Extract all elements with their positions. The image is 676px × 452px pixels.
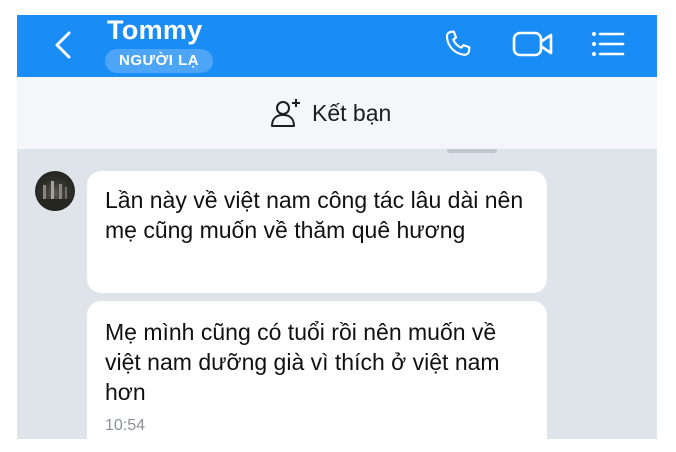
phone-icon[interactable] [441, 27, 475, 61]
chat-header: Tommy NGƯỜI LẠ [17, 15, 657, 77]
message-text: Mẹ mình cũng có tuổi rồi nên muốn về việ… [105, 319, 500, 405]
message-list[interactable]: Lần này về việt nam công tác lâu dài nên… [17, 149, 657, 439]
message-text: Lần này về việt nam công tác lâu dài nên… [105, 187, 524, 243]
menu-icon[interactable] [589, 28, 627, 60]
message-time: 10:54 [105, 417, 146, 434]
contact-name[interactable]: Tommy [107, 15, 203, 46]
add-friend-button[interactable]: Kết bạn [270, 96, 391, 130]
scroll-indicator [447, 149, 497, 153]
video-call-icon[interactable] [511, 27, 555, 61]
avatar-image [35, 181, 75, 211]
back-icon[interactable] [49, 29, 77, 61]
avatar[interactable] [35, 171, 75, 211]
add-friend-bar: Kết bạn [17, 77, 657, 150]
chat-screen: Tommy NGƯỜI LẠ Kết bạn Lần này về việt n… [17, 15, 657, 439]
stranger-badge: NGƯỜI LẠ [105, 49, 214, 73]
add-friend-label: Kết bạn [312, 99, 392, 126]
message-bubble[interactable]: Lần này về việt nam công tác lâu dài nên… [87, 171, 547, 293]
add-friend-icon [271, 99, 300, 127]
message-bubble[interactable]: Mẹ mình cũng có tuổi rồi nên muốn về việ… [87, 301, 547, 439]
